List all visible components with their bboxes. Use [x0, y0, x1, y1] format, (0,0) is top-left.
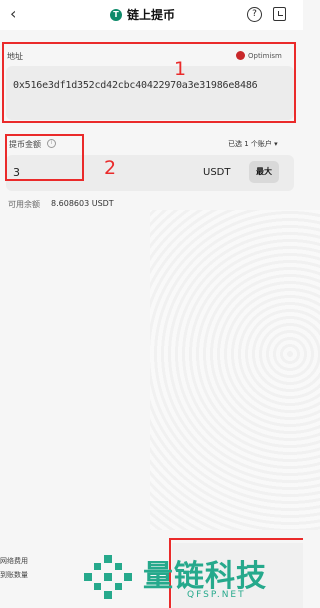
- title-group: T 链上提币: [110, 6, 175, 23]
- help-icon[interactable]: ?: [247, 7, 262, 22]
- available-balance-label: 可用余额: [8, 200, 40, 209]
- watermark-text: 量链科技: [143, 559, 267, 594]
- amount-unit: USDT: [203, 167, 231, 178]
- annotation-number-1: 1: [174, 58, 187, 80]
- max-button[interactable]: 最大: [249, 161, 279, 183]
- receive-amount-label: 到账数量: [0, 571, 28, 579]
- watermark-url: QFSP.NET: [187, 590, 246, 600]
- back-button[interactable]: ‹: [10, 4, 16, 23]
- available-balance-value: 8.608603 USDT: [51, 199, 114, 208]
- usdt-coin-icon: T: [110, 8, 122, 21]
- watermark-logo-icon: [84, 555, 132, 599]
- top-bar: ‹ T 链上提币 ?: [0, 0, 303, 30]
- annotation-number-2: 2: [104, 157, 117, 179]
- network-fee-label: 网络费用: [0, 557, 28, 565]
- watermark: 量链科技 QFSP.NET: [82, 548, 303, 608]
- moire-pattern: [150, 210, 320, 530]
- page-title: 链上提币: [127, 8, 176, 22]
- annotation-box-2: [5, 134, 84, 181]
- annotation-box-1: [2, 42, 296, 123]
- history-icon[interactable]: [273, 7, 286, 21]
- account-selector[interactable]: 已选 1 个账户 ▾: [228, 139, 278, 149]
